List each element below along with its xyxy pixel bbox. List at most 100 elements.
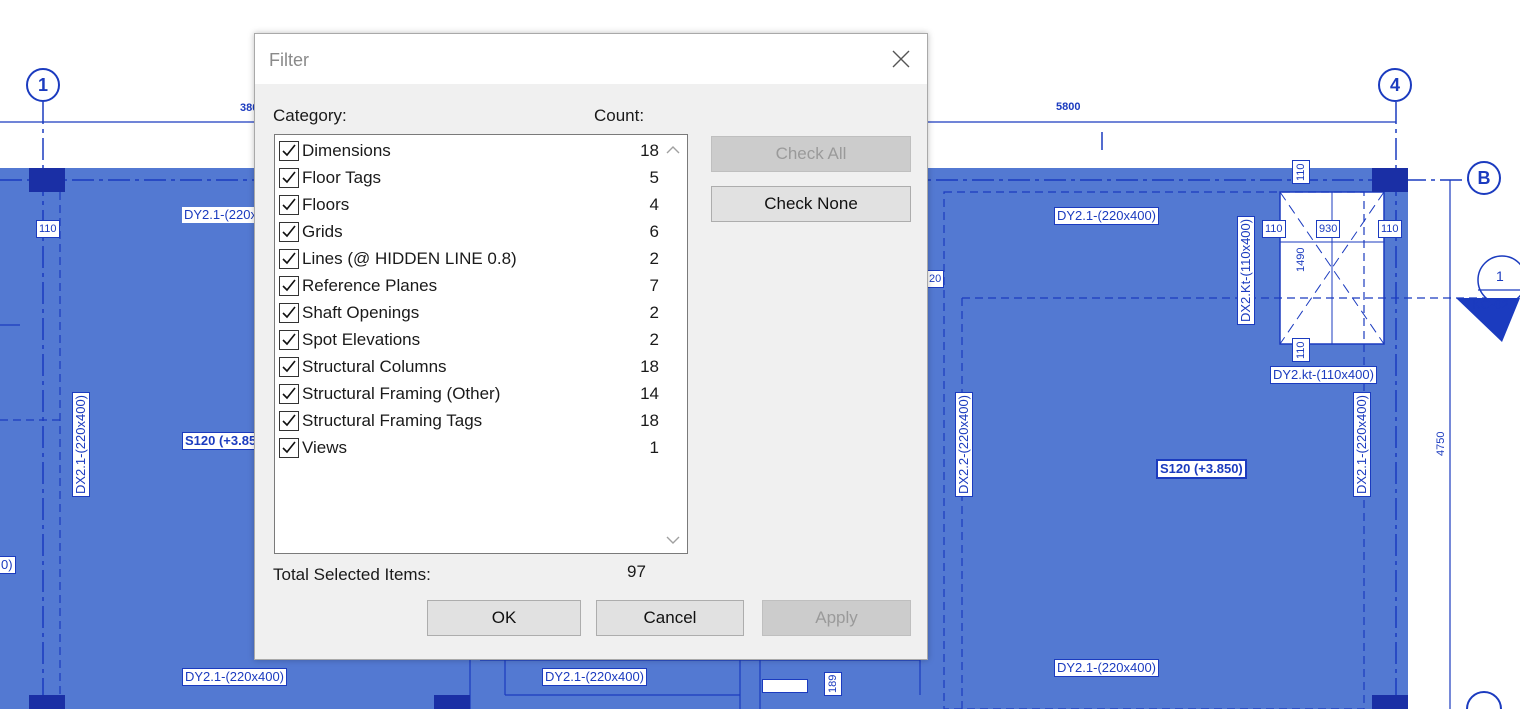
dimension-text: 189 [824, 671, 842, 696]
slab-tag: S120 (+3.850) [1156, 459, 1247, 479]
structural-column [1372, 695, 1408, 709]
category-row[interactable]: Views 1 [279, 434, 659, 461]
dimension-text: 1490 [1295, 247, 1307, 272]
beam-tag: DY2.1-(220x400) [1054, 207, 1159, 225]
category-checkbox[interactable] [279, 329, 299, 350]
category-checkbox[interactable] [279, 140, 299, 161]
category-row[interactable]: Structural Columns 18 [279, 353, 659, 380]
beam-tag: DX2.2-(220x400) [955, 392, 973, 497]
dimension-text: 110 [1262, 220, 1286, 238]
cancel-button[interactable]: Cancel [596, 600, 744, 636]
dimension-text: 110 [36, 220, 60, 238]
category-count: 4 [649, 194, 659, 214]
checkmark-icon [282, 198, 296, 210]
dimension-text: 930 [1316, 220, 1341, 238]
category-header: Category: [273, 106, 347, 125]
beam-tag: DY2.1-(220x400) [182, 668, 287, 686]
category-label: Structural Framing (Other) [302, 383, 501, 403]
category-checkbox[interactable] [279, 221, 299, 242]
category-label: Reference Planes [302, 275, 438, 295]
count-header: Count: [594, 106, 645, 125]
grid-bubble-b: B [1467, 161, 1501, 195]
category-label: Lines (@ HIDDEN LINE 0.8) [302, 248, 517, 268]
category-checkbox[interactable] [279, 167, 299, 188]
total-selected-value: 97 [627, 562, 646, 581]
category-count: 7 [649, 275, 659, 295]
beam-tag: DX2.Kt-(110x400) [1237, 215, 1255, 325]
dialog-title: Filter [269, 50, 309, 70]
category-checkbox[interactable] [279, 437, 299, 458]
section-number: 1 [1496, 268, 1504, 284]
category-label: Views [302, 437, 348, 457]
category-count: 18 [640, 356, 659, 376]
grid-bubble-1: 1 [26, 68, 60, 102]
category-checkbox[interactable] [279, 248, 299, 269]
checkmark-icon [282, 306, 296, 318]
beam-tag: DY2.1-(220x400) [542, 668, 647, 686]
category-list[interactable]: Dimensions 18 Floor Tags 5 Floors 4 Grids 6 Line… [274, 134, 688, 554]
category-count: 2 [649, 302, 659, 322]
category-count: 14 [640, 383, 659, 403]
checkmark-icon [282, 333, 296, 345]
category-checkbox[interactable] [279, 383, 299, 404]
beam-tag: DY2.kt-(110x400) [1270, 366, 1377, 384]
close-button[interactable] [885, 44, 917, 74]
category-checkbox[interactable] [279, 302, 299, 323]
filter-dialog: Filter Category: Count: Dimensions 18 Floo… [254, 33, 928, 660]
category-count: 2 [649, 248, 659, 268]
beam-tag: DY2.1-(220x400) [1054, 659, 1159, 677]
structural-column [29, 168, 65, 192]
category-row[interactable]: Reference Planes 7 [279, 272, 659, 299]
ok-button[interactable]: OK [427, 600, 581, 636]
category-checkbox[interactable] [279, 194, 299, 215]
title-bar[interactable]: Filter [255, 34, 927, 84]
dimension-text: 110 [1292, 160, 1310, 184]
beam-tag: DX2.1-(220x400) [72, 392, 90, 497]
check-none-button[interactable]: Check None [711, 186, 911, 222]
category-label: Grids [302, 221, 343, 241]
checkmark-icon [282, 171, 296, 183]
category-label: Structural Columns [302, 356, 447, 376]
scroll-up-icon[interactable] [666, 145, 680, 155]
apply-button[interactable]: Apply [762, 600, 911, 636]
grid-label: B [1477, 167, 1491, 188]
category-checkbox[interactable] [279, 356, 299, 377]
category-row[interactable]: Shaft Openings 2 [279, 299, 659, 326]
vertical-scrollbar[interactable] [659, 135, 687, 553]
category-row[interactable]: Floor Tags 5 [279, 164, 659, 191]
category-count: 2 [649, 329, 659, 349]
category-count: 6 [649, 221, 659, 241]
category-count: 1 [649, 437, 659, 457]
checkmark-icon [282, 252, 296, 264]
section-tag: KC-02 [1472, 297, 1509, 312]
category-count: 5 [649, 167, 659, 187]
beam-tag: DY2.1-(220x [182, 207, 259, 223]
dimension-text: 110 [1378, 220, 1402, 238]
checkmark-icon [282, 387, 296, 399]
category-label: Dimensions [302, 140, 391, 160]
category-row[interactable]: Grids 6 [279, 218, 659, 245]
checkmark-icon [282, 414, 296, 426]
structural-column [29, 695, 65, 709]
structural-column [434, 695, 470, 709]
checkmark-icon [282, 144, 296, 156]
scroll-down-icon[interactable] [666, 535, 680, 545]
category-row[interactable]: Spot Elevations 2 [279, 326, 659, 353]
category-checkbox[interactable] [279, 275, 299, 296]
category-row[interactable]: Floors 4 [279, 191, 659, 218]
dimension-text: 20 [926, 270, 945, 288]
check-all-button[interactable]: Check All [711, 136, 911, 172]
category-label: Shaft Openings [302, 302, 420, 322]
category-row[interactable]: Structural Framing Tags 18 [279, 407, 659, 434]
grid-label: 4 [1389, 74, 1400, 95]
total-selected-label: Total Selected Items: [273, 565, 431, 584]
category-row[interactable]: Lines (@ HIDDEN LINE 0.8) 2 [279, 245, 659, 272]
category-row[interactable]: Dimensions 18 [279, 137, 659, 164]
checkmark-icon [282, 441, 296, 453]
category-checkbox[interactable] [279, 410, 299, 431]
grid-bubble-4: 4 [1378, 68, 1412, 102]
category-label: Floor Tags [302, 167, 382, 187]
category-label: Floors [302, 194, 350, 214]
category-row[interactable]: Structural Framing (Other) 14 [279, 380, 659, 407]
tag-marker [762, 679, 808, 693]
